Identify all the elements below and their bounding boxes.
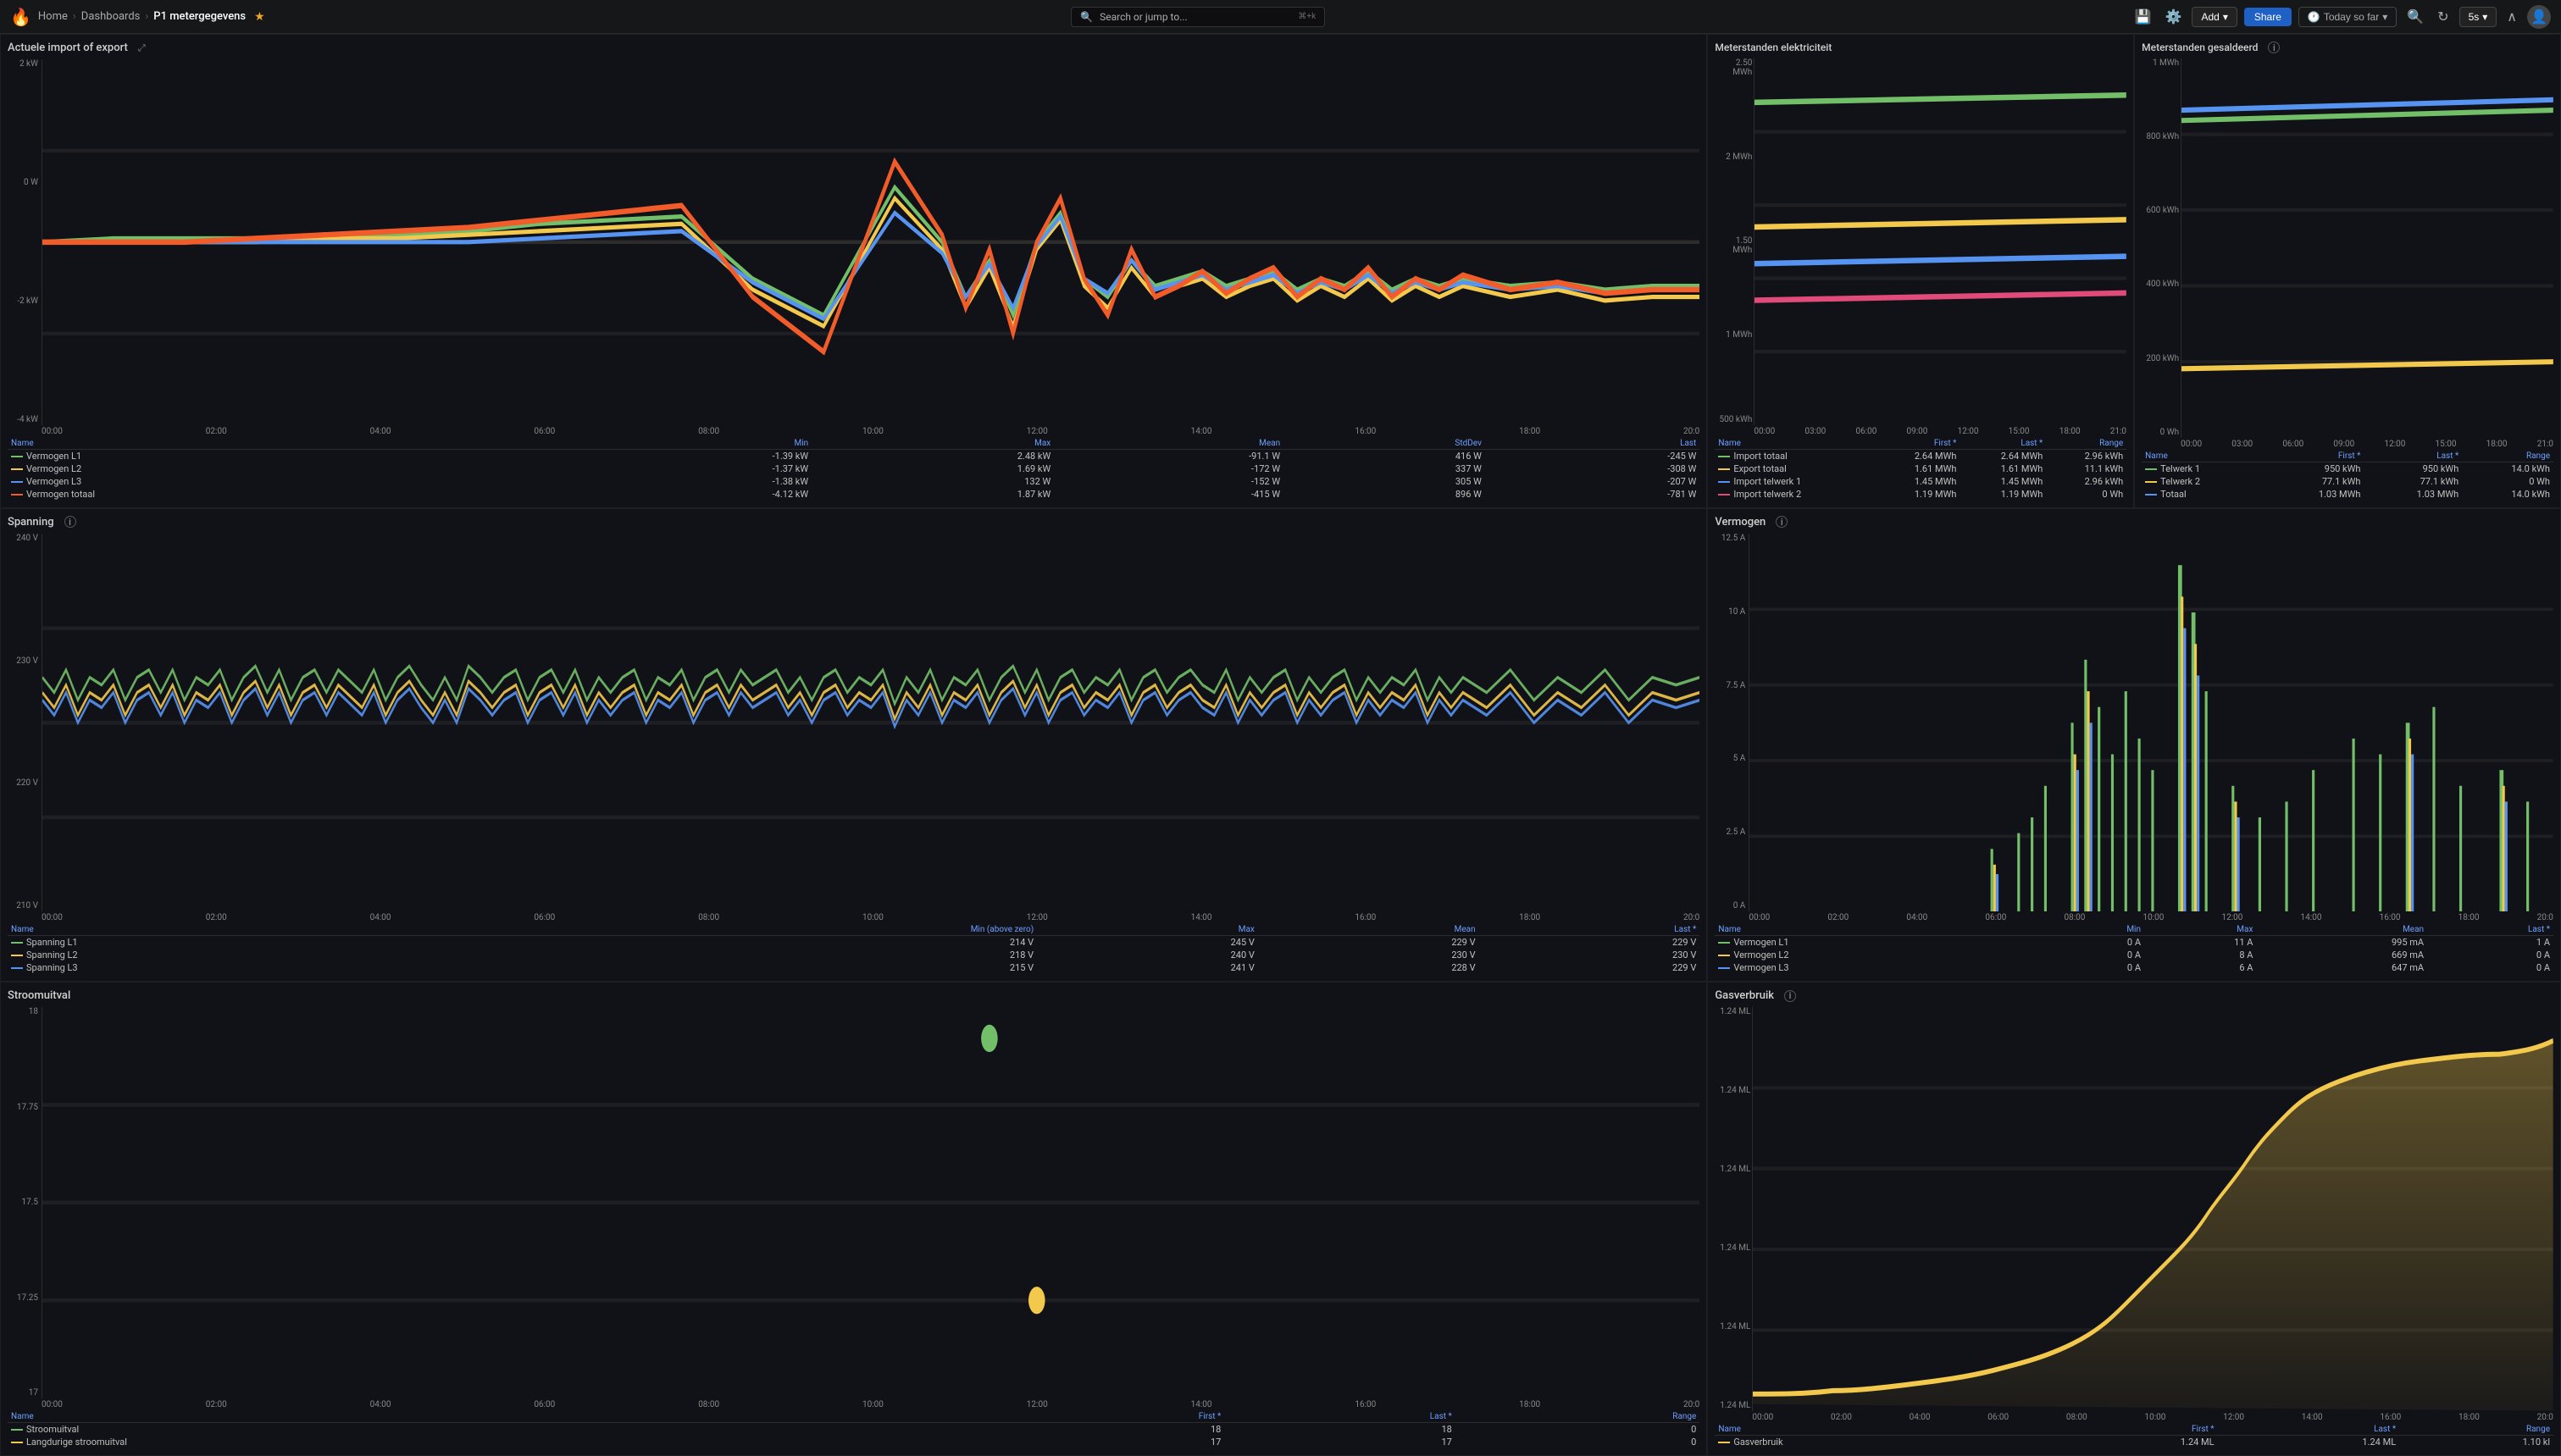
breadcrumb-dashboards[interactable]: Dashboards: [81, 10, 141, 23]
gasverbruik-info[interactable]: i: [1784, 990, 1796, 1002]
refresh-interval-label: 5s: [2469, 11, 2480, 23]
actueel-main-y: 2 kW 0 W -2 kW -4 kW: [8, 59, 42, 436]
vermogen-info[interactable]: i: [1776, 516, 1788, 528]
stroomuitval-main-chart: [42, 1007, 1699, 1398]
right-row1: Meterstanden elektriciteit 2.50 MWh 2 MW…: [1707, 34, 2561, 508]
add-chevron-icon: ▾: [2223, 11, 2228, 23]
legend-tot: Vermogen totaal-4.12 kW1.87 kW-415 W896 …: [8, 488, 1699, 501]
time-chevron-icon: ▾: [2382, 11, 2387, 23]
gas-main-legend: NameFirst *Last *Range Gasverbruik1.24 M…: [1715, 1424, 2553, 1448]
breadcrumb: Home › Dashboards › P1 metergegevens ★: [38, 10, 265, 24]
clock-icon: 🕐: [2308, 11, 2320, 23]
panel-actueel-main: Actuele import of export ⤢ 2 kW 0 W -2 k…: [0, 34, 1707, 508]
refresh-chevron-icon: ▾: [2482, 11, 2487, 23]
time-range-button[interactable]: 🕐 Today so far ▾: [2298, 7, 2397, 27]
search-placeholder: Search or jump to...: [1093, 11, 1298, 23]
collapse-button[interactable]: ∧: [2503, 5, 2520, 29]
langdurige-row: Langdurige stroomuitval17170: [8, 1436, 1699, 1448]
favorite-star[interactable]: ★: [254, 10, 265, 24]
spanning-main-xaxis: 00:0002:0004:0006:0008:0010:0012:0014:00…: [42, 911, 1699, 922]
stroomuitval-main-y: 18 17.75 17.5 17.25 17: [8, 1007, 42, 1409]
breadcrumb-current: P1 metergegevens: [153, 10, 246, 23]
gsal-info-icon[interactable]: i: [2268, 42, 2280, 53]
spanning-l2-row: Spanning L2218 V240 V230 V230 V: [8, 949, 1699, 961]
top-nav: 🔥 Home › Dashboards › P1 metergegevens ★…: [0, 0, 2561, 34]
vermogen-main-xaxis: 00:0002:0004:0006:0008:0010:0012:0014:00…: [1749, 911, 2553, 922]
gsal-legend: NameFirst *Last *Range Telwerk 1950 kWh9…: [2142, 451, 2553, 501]
nav-right: 💾 ⚙️ Add ▾ Share 🕐 Today so far ▾ 🔍 ↻ 5s…: [2131, 5, 2551, 29]
actueel-main-legend: NameMinMaxMeanStdDevLast Vermogen L1-1.3…: [8, 438, 1699, 501]
panel-vermogen-main: Vermogen i 12.5 A 10 A 7.5 A 5 A 2.5 A 0…: [1707, 508, 2561, 983]
right-column: Meterstanden elektriciteit 2.50 MWh 2 MW…: [1707, 34, 2561, 1456]
panel-gasverbruik-main: Gasverbruik i 1.24 ML 1.24 ML 1.24 ML 1.…: [1707, 982, 2561, 1456]
spanning-main-chart: [42, 534, 1699, 912]
breadcrumb-sep1: ›: [73, 10, 76, 23]
time-range-label: Today so far: [2324, 11, 2379, 23]
gas-main-y: 1.24 ML 1.24 ML 1.24 ML 1.24 ML 1.24 ML …: [1715, 1007, 1752, 1422]
legend-l1: Vermogen L1-1.39 kW2.48 kW-91.1 W416 W-2…: [8, 449, 1699, 462]
legend-l3: Vermogen L3-1.38 kW132 W-152 W305 W-207 …: [8, 475, 1699, 488]
panel-stroomuitval-main: Stroomuitval 18 17.75 17.5 17.25 17: [0, 982, 1707, 1456]
me-legend: NameFirst *Last *Range Import totaal2.64…: [1715, 438, 2126, 501]
search-icon: 🔍: [1080, 11, 1093, 23]
settings-button[interactable]: ⚙️: [2162, 5, 2186, 29]
vermogen-main-y: 12.5 A 10 A 7.5 A 5 A 2.5 A 0 A: [1715, 534, 1749, 923]
share-button[interactable]: Share: [2244, 8, 2292, 26]
me-xaxis: 00:0003:0006:0009:0012:0015:0018:0021:0: [1754, 425, 2126, 436]
gsal-y: 1 MWh 800 kWh 600 kWh 400 kWh 200 kWh 0 …: [2142, 58, 2181, 449]
actueel-filter-icon[interactable]: ⤢: [138, 42, 146, 54]
zoom-out-button[interactable]: 🔍: [2403, 5, 2427, 29]
gas-main-chart: [1752, 1007, 2553, 1411]
spanning-info[interactable]: i: [64, 516, 76, 528]
save-button[interactable]: 💾: [2131, 5, 2155, 29]
me-chart: [1754, 58, 2126, 425]
gsal-xaxis: 00:0003:0006:0009:0012:0015:0018:0021:0: [2181, 438, 2553, 449]
stroomuitval-row: Stroomuitval18180: [8, 1423, 1699, 1437]
stroomuitval-main-xaxis: 00:0002:0004:0006:0008:0010:0012:0014:00…: [42, 1398, 1699, 1409]
spanning-l3-row: Spanning L3215 V241 V228 V229 V: [8, 961, 1699, 974]
gsal-chart: [2181, 58, 2553, 438]
gas-main-xaxis: 00:0002:0004:0006:0008:0010:0012:0014:00…: [1752, 1411, 2553, 1422]
panel-spanning-main: Spanning i 240 V 230 V 220 V 210 V: [0, 508, 1707, 983]
share-button-label: Share: [2254, 11, 2281, 23]
refresh-interval-button[interactable]: 5s ▾: [2459, 7, 2497, 27]
app-logo: 🔥: [10, 7, 31, 27]
breadcrumb-sep2: ›: [145, 10, 148, 23]
stroomuitval-main-legend: NameFirst *Last *Range Stroomuitval18180…: [8, 1411, 1699, 1448]
refresh-button[interactable]: ↻: [2434, 5, 2452, 29]
left-column: Actuele import of export ⤢ 2 kW 0 W -2 k…: [0, 34, 1707, 1456]
search-input[interactable]: 🔍 Search or jump to... ⌘+k: [1071, 7, 1325, 27]
actueel-main-xaxis: 00:0002:0004:0006:0008:0010:0012:0014:00…: [42, 425, 1699, 436]
breadcrumb-home[interactable]: Home: [38, 10, 68, 23]
add-button[interactable]: Add ▾: [2192, 7, 2237, 27]
panel-meterstanden-el-main: Meterstanden elektriciteit 2.50 MWh 2 MW…: [1707, 34, 2134, 508]
user-avatar[interactable]: 👤: [2527, 5, 2551, 29]
panel-meterstanden-gsal: Meterstanden gesaldeerd i 1 MWh 800 kWh …: [2134, 34, 2561, 508]
main-layout: Actuele import of export ⤢ 2 kW 0 W -2 k…: [0, 34, 2561, 1456]
search-shortcut: ⌘+k: [1298, 12, 1316, 21]
search-bar: 🔍 Search or jump to... ⌘+k: [272, 7, 2125, 27]
spanning-l1-row: Spanning L1214 V245 V229 V229 V: [8, 936, 1699, 949]
legend-l2: Vermogen L2-1.37 kW1.69 kW-172 W337 W-30…: [8, 462, 1699, 475]
add-button-label: Add: [2201, 11, 2219, 23]
actueel-main-chart: [42, 59, 1699, 425]
me-y: 2.50 MWh 2 MWh 1.50 MWh 1 MWh 500 kWh: [1715, 58, 1754, 436]
vermogen-main-chart: [1749, 534, 2553, 912]
vermogen-main-legend: NameMinMaxMeanLast * Vermogen L10 A11 A9…: [1715, 924, 2553, 974]
spanning-main-legend: NameMin (above zero)MaxMeanLast * Spanni…: [8, 924, 1699, 974]
spanning-main-y: 240 V 230 V 220 V 210 V: [8, 534, 42, 923]
